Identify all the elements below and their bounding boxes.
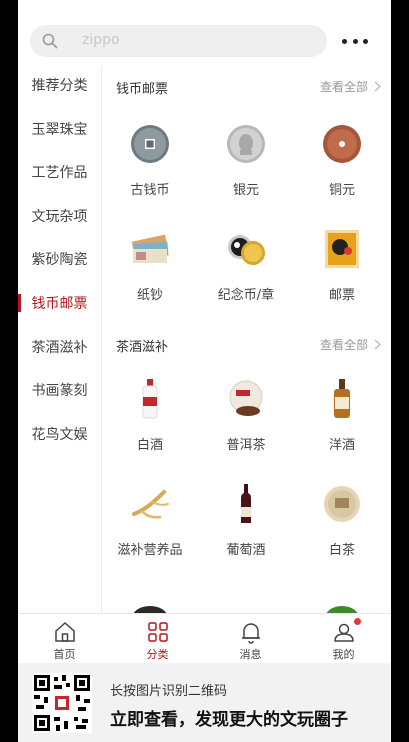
category-tile-stamp[interactable]: 邮票 xyxy=(294,229,390,324)
category-sidebar: 推荐分类 玉翠珠宝 工艺作品 文玩杂项 紫砂陶瓷 钱币邮票 茶酒滋补 书画篆刻 … xyxy=(18,66,102,613)
section-title: 茶酒滋补 xyxy=(116,340,169,355)
sidebar-item-ceramics[interactable]: 紫砂陶瓷 xyxy=(18,248,101,272)
qr-banner[interactable]: 长按图片识别二维码 立即查看，发现更大的文玩圈子 xyxy=(18,663,391,742)
banner-hint: 长按图片识别二维码 xyxy=(110,684,228,699)
whisky-icon xyxy=(334,379,350,418)
top-bar: zippo xyxy=(18,0,391,66)
category-tile-baijiu[interactable]: 白酒 xyxy=(102,379,198,474)
notification-badge xyxy=(354,618,361,625)
category-tile-wine[interactable]: 葡萄酒 xyxy=(198,484,294,579)
bell-icon xyxy=(242,623,260,644)
category-grid-icon xyxy=(148,622,168,642)
app-screen: zippo 推荐分类 玉翠珠宝 工艺作品 文玩杂项 紫砂陶瓷 钱币邮票 茶酒滋补… xyxy=(18,0,391,742)
tea-leaves-icon xyxy=(133,606,167,613)
ginseng-icon xyxy=(132,490,169,519)
sidebar-item-jade-jewelry[interactable]: 玉翠珠宝 xyxy=(18,118,101,142)
commemorative-coin-icon xyxy=(228,235,265,265)
tab-home[interactable]: 首页 xyxy=(18,614,111,664)
section-title: 钱币邮票 xyxy=(116,82,169,97)
puer-tea-icon xyxy=(229,380,263,416)
category-tile-silver-dollar[interactable]: 银元 xyxy=(198,124,294,219)
copper-coin-icon xyxy=(323,125,361,163)
more-dot-icon xyxy=(363,38,368,44)
category-tile-copper-coin[interactable]: 铜元 xyxy=(294,124,390,219)
tab-messages[interactable]: 消息 xyxy=(204,614,297,664)
search-icon xyxy=(42,33,58,49)
green-tea-icon xyxy=(326,606,358,613)
chevron-right-icon xyxy=(374,339,381,350)
search-input[interactable]: zippo xyxy=(30,25,327,57)
baijiu-icon xyxy=(142,379,158,419)
banknote-icon xyxy=(131,234,169,263)
category-tile-puer[interactable]: 普洱茶 xyxy=(198,379,294,474)
view-all-link[interactable]: 查看全部 xyxy=(320,336,381,353)
sidebar-item-curios[interactable]: 文玩杂项 xyxy=(18,205,101,229)
tab-category[interactable]: 分类 xyxy=(111,614,204,664)
user-icon xyxy=(334,623,354,642)
banner-title: 立即查看，发现更大的文玩圈子 xyxy=(110,710,348,730)
sidebar-item-flowers-birds[interactable]: 花鸟文娱 xyxy=(18,423,101,447)
bottom-tab-bar: 首页 分类 消息 我的 xyxy=(18,613,391,664)
ancient-coin-icon xyxy=(131,125,169,163)
sidebar-item-recommended[interactable]: 推荐分类 xyxy=(18,74,101,98)
sidebar-item-coins-stamps[interactable]: 钱币邮票 xyxy=(18,292,101,316)
category-tile-ancient-coin[interactable]: 古钱币 xyxy=(102,124,198,219)
active-indicator xyxy=(18,294,21,312)
category-content: 钱币邮票 查看全部 古钱币 银元 铜元 纸钞 纪念币/章 邮票 茶酒滋补 查看全… xyxy=(102,66,391,613)
more-menu-button[interactable] xyxy=(342,30,368,52)
more-dot-icon xyxy=(352,38,358,44)
chevron-right-icon xyxy=(374,81,381,92)
sidebar-item-tea-wine[interactable]: 茶酒滋补 xyxy=(18,336,101,360)
more-dot-icon xyxy=(342,38,347,44)
search-placeholder: zippo xyxy=(82,32,120,48)
category-tile-banknote[interactable]: 纸钞 xyxy=(102,229,198,324)
tab-profile[interactable]: 我的 xyxy=(297,614,390,664)
category-tile-white-tea[interactable]: 白茶 xyxy=(294,484,390,579)
sidebar-item-crafts[interactable]: 工艺作品 xyxy=(18,161,101,185)
view-all-link[interactable]: 查看全部 xyxy=(320,78,381,95)
qr-code-icon xyxy=(32,673,92,733)
wine-bottle-icon xyxy=(241,484,251,523)
stamp-icon xyxy=(325,230,359,268)
white-tea-icon xyxy=(324,486,360,522)
silver-dollar-icon xyxy=(227,125,265,163)
category-tile-commemorative[interactable]: 纪念币/章 xyxy=(198,229,294,324)
category-tile-whisky[interactable]: 洋酒 xyxy=(294,379,390,474)
sidebar-item-calligraphy[interactable]: 书画篆刻 xyxy=(18,379,101,403)
home-icon xyxy=(55,621,75,642)
category-tile-tonic[interactable]: 滋补营养品 xyxy=(102,484,198,579)
